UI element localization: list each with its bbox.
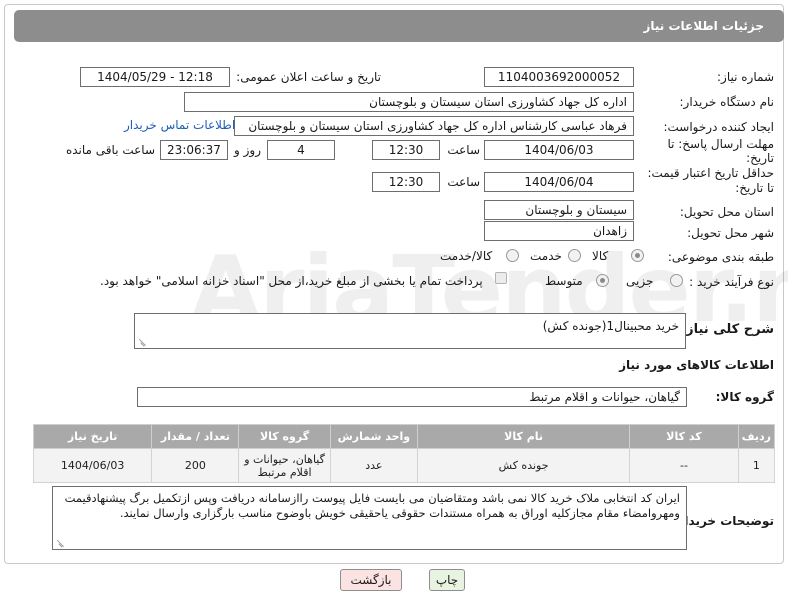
remaining-label: ساعت باقی مانده — [65, 143, 155, 157]
col-item-group: گروه کالا — [238, 424, 331, 449]
buyer-org-field: اداره کل جهاد کشاورزی استان سیستان و بلو… — [184, 92, 634, 112]
process-option-minor: جزیی — [626, 274, 654, 288]
cell-item-code: -- — [629, 448, 739, 483]
announce-datetime-label: تاریخ و ساعت اعلان عمومی: — [236, 70, 381, 84]
print-button[interactable]: چاپ — [429, 569, 465, 591]
resize-grip-icon[interactable] — [138, 338, 146, 346]
price-validity-date: 1404/06/04 — [484, 172, 634, 192]
col-item-name: نام کالا — [417, 424, 631, 449]
category-option-goods-service: کالا/خدمت — [440, 249, 493, 263]
category-label: طبقه بندی موضوعی: — [667, 250, 774, 264]
buyer-contact-link[interactable]: اطلاعات تماس خریدار — [124, 118, 235, 132]
delivery-city-label: شهر محل تحویل: — [687, 226, 774, 240]
delivery-province-label: استان محل تحویل: — [679, 205, 774, 219]
buyer-org-label: نام دستگاه خریدار: — [679, 95, 775, 109]
price-validity-label-2: تا تاریخ: — [735, 181, 774, 195]
price-validity-time-label: ساعت — [447, 175, 480, 189]
summary-textarea[interactable]: خرید محبینال1(جونده کش) — [134, 313, 686, 349]
cell-item-name: جونده کش — [417, 448, 631, 483]
delivery-city-field: زاهدان — [484, 221, 634, 241]
announce-datetime-field: 1404/05/29 - 12:18 — [80, 67, 230, 87]
summary-label: شرح کلی نیاز: — [680, 322, 774, 337]
col-row: ردیف — [737, 424, 776, 449]
requester-field: فرهاد عباسی کارشناس اداره کل جهاد کشاورز… — [234, 116, 634, 136]
treasury-bonds-checkbox[interactable] — [495, 272, 507, 284]
process-option-medium: متوسط — [545, 274, 583, 288]
cell-unit: عدد — [329, 448, 419, 483]
col-unit: واحد شمارش — [329, 424, 419, 449]
goods-section-title: اطلاعات کالاهای مورد نیاز — [619, 358, 774, 372]
col-item-code: کد کالا — [629, 424, 739, 449]
col-need-date: تاریخ نیاز — [32, 424, 153, 449]
category-radio-service[interactable] — [568, 249, 581, 262]
price-validity-time: 12:30 — [372, 172, 440, 192]
process-radio-minor[interactable] — [670, 274, 683, 287]
category-radio-goods-service[interactable] — [506, 249, 519, 262]
category-option-service: خدمت — [530, 249, 562, 263]
remaining-days-field: 4 — [267, 140, 335, 160]
cell-need-date: 1404/06/03 — [32, 448, 153, 483]
need-number-field: 1104003692000052 — [484, 67, 634, 87]
requester-label: ایجاد کننده درخواست: — [663, 120, 774, 134]
page-title: جزئیات اطلاعات نیاز — [14, 10, 784, 42]
buyer-notes-text: ایران کد انتخابی ملاک خرید کالا نمی باشد… — [64, 491, 680, 520]
process-radio-medium[interactable] — [596, 274, 609, 287]
treasury-bonds-text: پرداخت تمام یا بخشی از مبلغ خرید،از محل … — [100, 274, 483, 288]
cell-item-group: گیاهان، حیوانات و اقلام مرتبط — [238, 448, 331, 483]
back-button[interactable]: بازگشت — [340, 569, 402, 591]
process-type-label: نوع فرآیند خرید : — [689, 275, 774, 289]
reply-deadline-time-label: ساعت — [447, 143, 480, 157]
buyer-notes-textarea[interactable]: ایران کد انتخابی ملاک خرید کالا نمی باشد… — [52, 486, 687, 550]
col-quantity: تعداد / مقدار — [151, 424, 240, 449]
cell-quantity: 200 — [151, 448, 240, 483]
table-row: 1 -- جونده کش عدد گیاهان، حیوانات و اقلا… — [32, 448, 776, 483]
category-option-goods: کالا — [592, 249, 609, 263]
summary-text: خرید محبینال1(جونده کش) — [542, 319, 679, 333]
reply-deadline-label-2: تاریخ: — [746, 151, 774, 165]
delivery-province-field: سیستان و بلوچستان — [484, 200, 634, 220]
goods-group-field: گیاهان، حیوانات و اقلام مرتبط — [137, 387, 687, 407]
reply-deadline-date: 1404/06/03 — [484, 140, 634, 160]
buyer-notes-label: توضیحات خریدار: — [672, 514, 774, 528]
goods-group-label: گروه کالا: — [715, 390, 774, 404]
resize-grip-icon[interactable] — [56, 539, 64, 547]
category-radio-goods[interactable] — [631, 249, 644, 262]
price-validity-label: حداقل تاریخ اعتبار قیمت: — [647, 166, 774, 180]
reply-deadline-label: مهلت ارسال پاسخ: تا — [667, 137, 774, 151]
need-number-label: شماره نیاز: — [717, 70, 774, 84]
cell-row: 1 — [737, 448, 776, 483]
reply-deadline-time: 12:30 — [372, 140, 440, 160]
goods-table: ردیف کد کالا نام کالا واحد شمارش گروه کا… — [32, 424, 776, 483]
days-label: روز و — [234, 143, 261, 157]
table-header-row: ردیف کد کالا نام کالا واحد شمارش گروه کا… — [32, 424, 776, 449]
remaining-time-field: 23:06:37 — [160, 140, 228, 160]
